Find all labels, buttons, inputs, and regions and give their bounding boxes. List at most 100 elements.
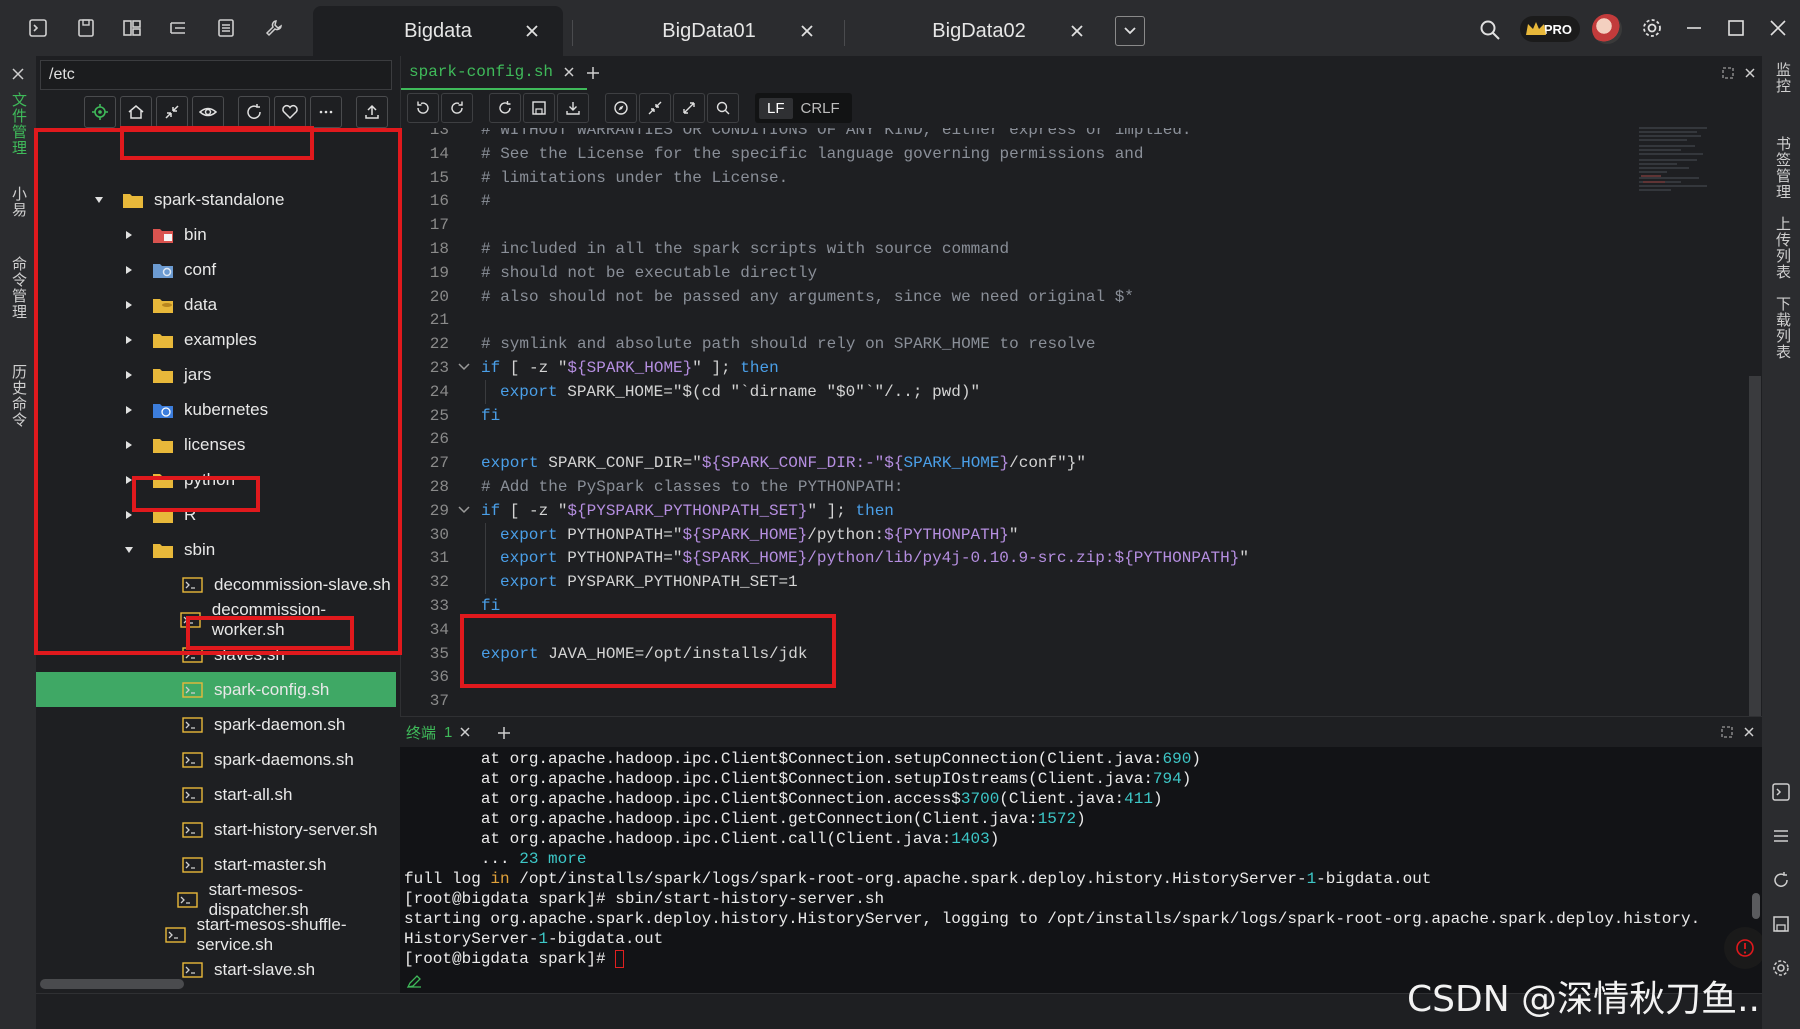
terminal-tab[interactable]: 终端 1: [406, 717, 472, 747]
folder-item[interactable]: kubernetes: [36, 392, 396, 427]
folder-item[interactable]: examples: [36, 322, 396, 357]
terminal-output[interactable]: at org.apache.hadoop.ipc.Client$Connecti…: [404, 749, 1754, 979]
rail-monitor[interactable]: 监控: [1772, 62, 1793, 94]
terminal-icon[interactable]: [1771, 782, 1791, 802]
rail-download-list[interactable]: 下载列表: [1772, 296, 1793, 360]
rail-history-commands[interactable]: 历史命令: [8, 364, 29, 428]
add-tab-icon[interactable]: [585, 65, 601, 81]
file-item[interactable]: start-history-server.sh: [36, 812, 396, 847]
caret-right-icon[interactable]: [122, 368, 136, 382]
locate-button[interactable]: [84, 96, 116, 128]
tab-bigdata01[interactable]: BigData01: [580, 6, 838, 56]
file-item[interactable]: spark-daemon.sh: [36, 707, 396, 742]
reload-button[interactable]: [489, 93, 521, 123]
avatar[interactable]: [1592, 14, 1622, 44]
pen-icon[interactable]: [406, 975, 422, 989]
undo-button[interactable]: [407, 93, 439, 123]
tab-bigdata02[interactable]: BigData02: [850, 6, 1108, 56]
tree-icon[interactable]: [166, 16, 190, 40]
horizontal-scrollbar[interactable]: [40, 979, 184, 989]
maximize-panel-icon[interactable]: [1720, 725, 1734, 739]
close-icon[interactable]: [458, 725, 472, 739]
download-button[interactable]: [557, 93, 589, 123]
refresh-button[interactable]: [238, 96, 270, 128]
file-item[interactable]: start-mesos-shuffle-service.sh: [36, 915, 396, 954]
maximize-panel-icon[interactable]: [1721, 66, 1735, 80]
file-item[interactable]: start-mesos-dispatcher.sh: [36, 880, 396, 919]
save-button[interactable]: [523, 93, 555, 123]
rail-command-manager[interactable]: 命令管理: [8, 256, 29, 320]
rail-bookmarks[interactable]: 书签管理: [1772, 136, 1793, 200]
folder-item[interactable]: data: [36, 287, 396, 322]
file-item[interactable]: spark-daemons.sh: [36, 742, 396, 777]
collapse-all-button[interactable]: [639, 93, 671, 123]
terminal-panel-icon[interactable]: [26, 16, 50, 40]
folder-item[interactable]: sbin: [36, 532, 396, 567]
caret-right-icon[interactable]: [122, 228, 136, 242]
caret-down-icon[interactable]: [92, 193, 106, 207]
minimap[interactable]: [1637, 124, 1719, 194]
gear-icon[interactable]: [1771, 958, 1791, 978]
folder-item[interactable]: jars: [36, 357, 396, 392]
maximize-icon[interactable]: [1724, 16, 1748, 40]
file-item[interactable]: decommission-slave.sh: [36, 567, 396, 602]
gear-icon[interactable]: [1640, 16, 1664, 40]
collapse-button[interactable]: [156, 96, 188, 128]
file-item[interactable]: start-master.sh: [36, 847, 396, 882]
tab-dropdown-button[interactable]: [1115, 16, 1145, 46]
folder-item[interactable]: bin: [36, 217, 396, 252]
folder-item[interactable]: licenses: [36, 427, 396, 462]
code-area[interactable]: 13 # WITHOUT WARRANTIES OR CONDITIONS OF …: [401, 128, 1741, 716]
expand-all-button[interactable]: [673, 93, 705, 123]
add-terminal-icon[interactable]: [496, 725, 512, 741]
fold-chevron-icon[interactable]: [457, 360, 471, 374]
caret-right-icon[interactable]: [122, 438, 136, 452]
show-hidden-button[interactable]: [192, 96, 224, 128]
home-button[interactable]: [120, 96, 152, 128]
redo-button[interactable]: [441, 93, 473, 123]
editor-tab-spark-config[interactable]: spark-config.sh: [401, 56, 588, 90]
caret-right-icon[interactable]: [122, 333, 136, 347]
close-icon[interactable]: [796, 20, 818, 42]
search-icon[interactable]: [1476, 16, 1504, 44]
caret-right-icon[interactable]: [122, 508, 136, 522]
find-button[interactable]: [707, 93, 739, 123]
close-icon[interactable]: [1066, 20, 1088, 42]
upload-button[interactable]: [356, 96, 388, 128]
file-item[interactable]: start-all.sh: [36, 777, 396, 812]
layout-icon[interactable]: [120, 16, 144, 40]
close-icon[interactable]: [561, 64, 577, 80]
close-panel-icon[interactable]: [1743, 66, 1757, 80]
editor-vertical-scrollbar[interactable]: [1749, 376, 1761, 716]
fold-chevron-icon[interactable]: [457, 503, 471, 517]
folder-item[interactable]: R: [36, 497, 396, 532]
rail-upload-list[interactable]: 上传列表: [1772, 216, 1793, 280]
rail-xiaoyi[interactable]: 小易: [8, 186, 29, 218]
list-icon[interactable]: [1771, 826, 1791, 846]
path-input[interactable]: [40, 60, 392, 90]
refresh-icon[interactable]: [1771, 870, 1791, 890]
rail-file-manager[interactable]: 文件管理: [8, 92, 29, 156]
close-icon[interactable]: [10, 66, 26, 82]
caret-right-icon[interactable]: [122, 403, 136, 417]
file-item[interactable]: spark-config.sh: [36, 672, 396, 707]
wrench-icon[interactable]: [262, 16, 286, 40]
save-icon[interactable]: [1771, 914, 1791, 934]
minimize-icon[interactable]: [1682, 16, 1706, 40]
favorite-button[interactable]: [274, 96, 306, 128]
caret-right-icon[interactable]: [122, 298, 136, 312]
terminal-scrollbar[interactable]: [1752, 893, 1760, 919]
more-button[interactable]: [310, 96, 342, 128]
folder-item[interactable]: spark-standalone: [36, 182, 396, 217]
eol-crlf-option[interactable]: CRLF: [793, 98, 848, 119]
list-icon[interactable]: [214, 16, 238, 40]
caret-down-icon[interactable]: [122, 543, 136, 557]
file-item[interactable]: slaves.sh: [36, 637, 396, 672]
close-panel-icon[interactable]: [1742, 725, 1756, 739]
alert-button[interactable]: [1724, 927, 1766, 969]
close-window-icon[interactable]: [1766, 16, 1790, 40]
goto-button[interactable]: [605, 93, 637, 123]
folder-item[interactable]: conf: [36, 252, 396, 287]
tab-bigdata[interactable]: Bigdata: [313, 6, 563, 56]
pro-badge[interactable]: PRO: [1520, 16, 1580, 42]
